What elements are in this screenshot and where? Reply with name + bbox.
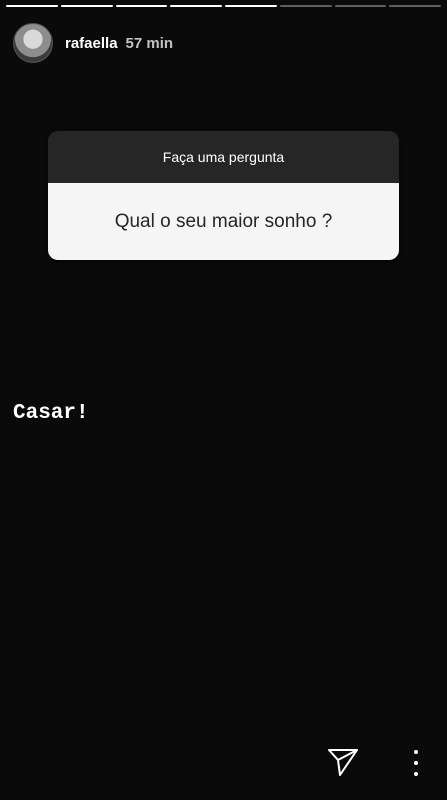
- paper-plane-icon[interactable]: [327, 748, 359, 778]
- progress-segment: [170, 5, 222, 7]
- story-progress-bar: [6, 5, 441, 7]
- story-screen[interactable]: rafaella 57 min Faça uma pergunta Qual o…: [0, 0, 447, 800]
- progress-segment: [279, 5, 332, 7]
- timestamp: 57 min: [125, 34, 174, 52]
- username[interactable]: rafaella: [65, 35, 118, 52]
- question-sticker[interactable]: Faça uma pergunta Qual o seu maior sonho…: [48, 131, 399, 260]
- progress-segment: [115, 5, 168, 7]
- story-header: rafaella 57 min: [13, 23, 173, 63]
- progress-segment: [6, 5, 58, 7]
- answer-text: Casar!: [13, 402, 89, 425]
- progress-segment: [60, 5, 113, 7]
- progress-segment: [225, 5, 277, 7]
- question-sticker-question: Qual o seu maior sonho ?: [48, 183, 399, 260]
- more-options-icon[interactable]: [406, 750, 426, 776]
- question-sticker-header: Faça uma pergunta: [48, 131, 399, 183]
- avatar[interactable]: [13, 23, 53, 63]
- progress-segment: [389, 5, 441, 7]
- progress-segment: [334, 5, 387, 7]
